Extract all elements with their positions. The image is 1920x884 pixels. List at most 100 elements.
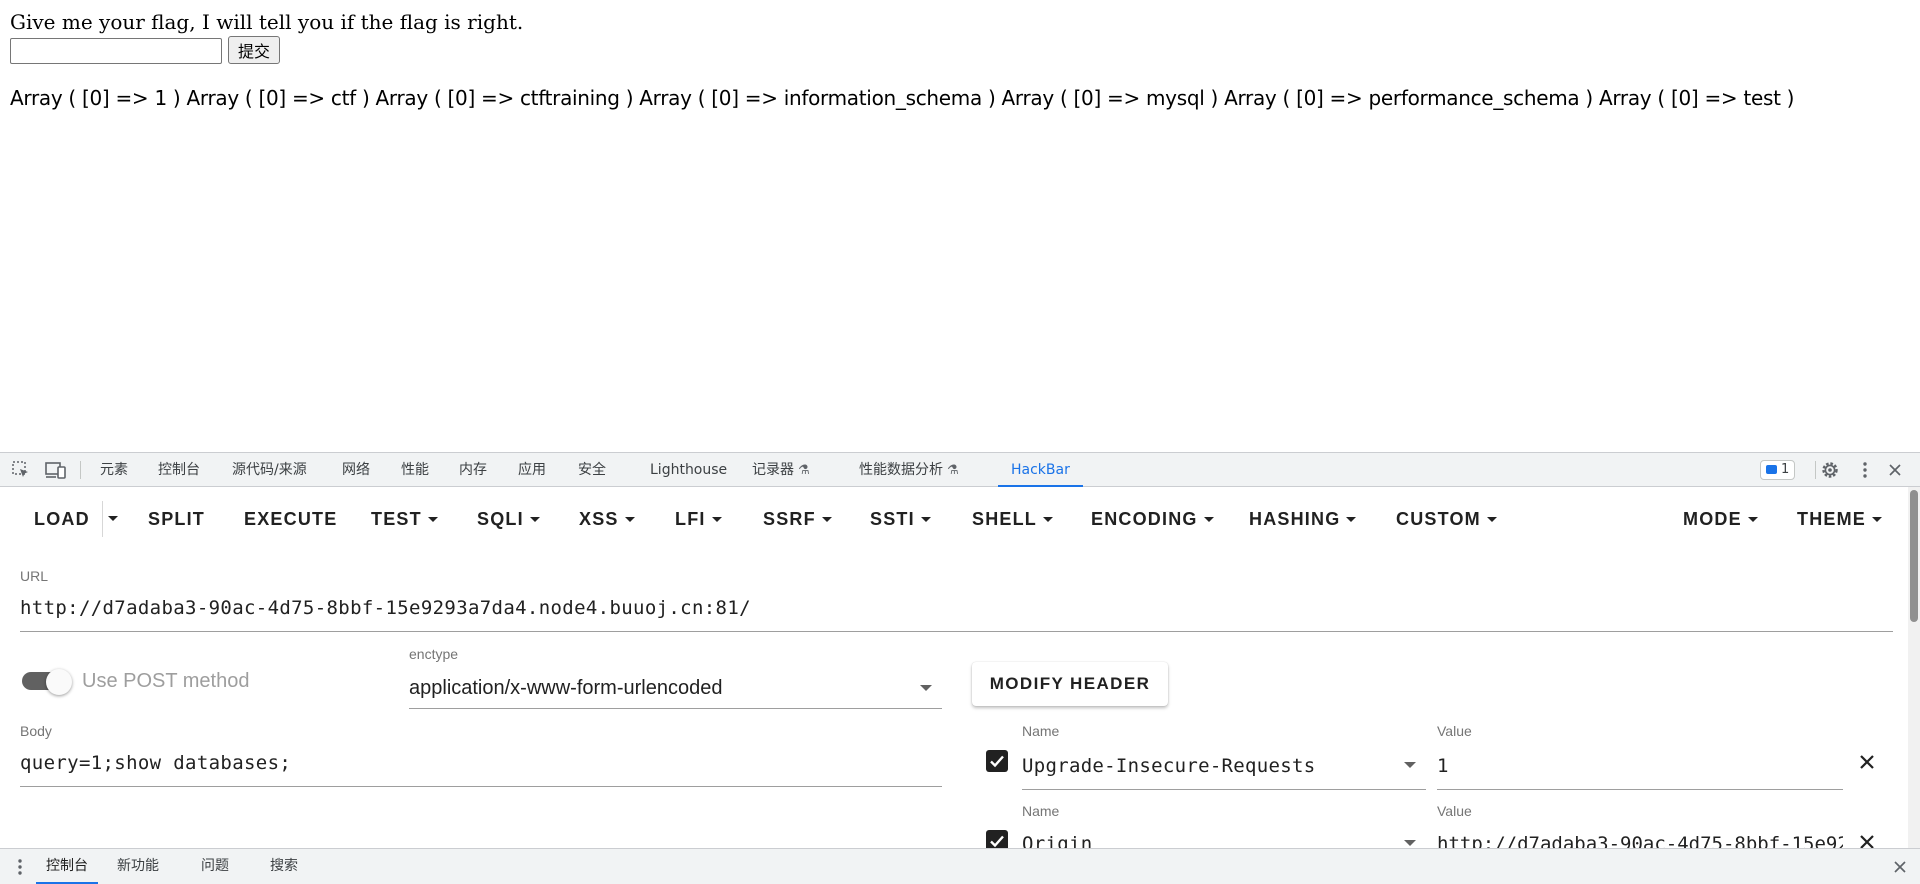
- chevron-down-icon: [427, 517, 438, 522]
- drawer-tab-whats-new[interactable]: 新功能: [117, 849, 159, 884]
- test-menu[interactable]: TEST: [371, 507, 438, 531]
- tab-performance-insights-label: 性能数据分析: [859, 462, 943, 478]
- ssrf-menu-label: SSRF: [763, 509, 816, 529]
- mode-menu[interactable]: MODE: [1683, 507, 1758, 531]
- body-label: Body: [20, 723, 52, 739]
- post-method-label: Use POST method: [82, 670, 250, 692]
- flag-prompt: Give me your flag, I will tell you if th…: [10, 10, 524, 34]
- sqli-menu-label: SQLI: [477, 509, 524, 529]
- header-1-checkbox[interactable]: [986, 750, 1008, 772]
- close-devtools-icon[interactable]: [1885, 460, 1905, 480]
- split-button[interactable]: SPLIT: [148, 507, 205, 531]
- settings-gear-icon[interactable]: [1820, 460, 1840, 480]
- lfi-menu[interactable]: LFI: [675, 507, 722, 531]
- toolbar-divider: [80, 461, 81, 479]
- load-dropdown-caret-icon[interactable]: [108, 516, 118, 521]
- hashing-menu[interactable]: HASHING: [1249, 507, 1357, 531]
- sqli-menu[interactable]: SQLI: [477, 507, 540, 531]
- chevron-down-icon: [920, 517, 931, 522]
- drawer-tab-search[interactable]: 搜索: [270, 849, 298, 884]
- close-drawer-icon[interactable]: [1890, 857, 1910, 877]
- tab-application[interactable]: 应用: [518, 453, 546, 487]
- web-page: Give me your flag, I will tell you if th…: [0, 0, 1920, 452]
- modify-header-button[interactable]: MODIFY HEADER: [972, 662, 1168, 706]
- header-2-name-label: Name: [1022, 803, 1060, 819]
- ssrf-menu[interactable]: SSRF: [763, 507, 832, 531]
- drawer-tab-issues[interactable]: 问题: [201, 849, 229, 884]
- chevron-down-icon: [1747, 517, 1758, 522]
- inspect-element-icon[interactable]: [11, 460, 31, 480]
- header-2-name-select[interactable]: Origin: [1022, 833, 1092, 848]
- mode-menu-label: MODE: [1683, 509, 1742, 529]
- experiment-flask-icon: ⚗: [798, 463, 810, 478]
- header-1-name-select[interactable]: Upgrade-Insecure-Requests: [1022, 755, 1315, 777]
- chevron-down-icon: [711, 517, 722, 522]
- header-1-name-label: Name: [1022, 723, 1060, 739]
- tab-security[interactable]: 安全: [578, 453, 606, 487]
- shell-menu[interactable]: SHELL: [972, 507, 1054, 531]
- tab-network[interactable]: 网络: [342, 453, 370, 487]
- enctype-dropdown-caret-icon[interactable]: [920, 685, 932, 691]
- header-1-value-field[interactable]: 1: [1437, 755, 1448, 777]
- custom-menu-label: CUSTOM: [1396, 509, 1481, 529]
- issues-badge[interactable]: 1: [1760, 460, 1796, 480]
- shell-menu-label: SHELL: [972, 509, 1038, 529]
- header-2-checkbox[interactable]: [986, 830, 1008, 848]
- chevron-down-icon: [821, 517, 832, 522]
- chevron-down-icon: [1872, 517, 1882, 522]
- tab-hackbar[interactable]: HackBar: [998, 453, 1083, 487]
- hackbar-scrollbar-thumb[interactable]: [1910, 490, 1918, 622]
- body-field[interactable]: query=1;show databases;: [20, 752, 291, 774]
- tab-recorder[interactable]: 记录器 ⚗: [752, 453, 810, 487]
- enctype-select[interactable]: application/x-www-form-urlencoded: [409, 677, 722, 700]
- chevron-down-icon: [1203, 517, 1214, 522]
- xss-menu-label: XSS: [579, 509, 619, 529]
- flag-input[interactable]: [10, 38, 222, 64]
- custom-menu[interactable]: CUSTOM: [1396, 507, 1497, 531]
- body-underline: [20, 786, 942, 787]
- more-options-icon[interactable]: [1855, 460, 1875, 480]
- enctype-underline: [409, 708, 942, 709]
- tab-performance-insights[interactable]: 性能数据分析 ⚗: [859, 453, 959, 487]
- url-underline: [20, 631, 1893, 632]
- post-method-toggle-knob[interactable]: [46, 669, 72, 695]
- tab-memory[interactable]: 内存: [459, 453, 487, 487]
- execute-button[interactable]: EXECUTE: [244, 507, 337, 531]
- encoding-menu[interactable]: ENCODING: [1091, 507, 1214, 531]
- remove-header-1-icon[interactable]: [1857, 752, 1877, 772]
- submit-button[interactable]: 提交: [228, 36, 280, 64]
- device-toolbar-icon[interactable]: [45, 460, 66, 480]
- theme-menu[interactable]: THEME: [1797, 507, 1882, 531]
- issues-count: 1: [1781, 462, 1790, 477]
- load-divider: [102, 501, 103, 537]
- hackbar-menubar: LOAD SPLIT EXECUTE TEST SQLI XSS LFI SSR…: [0, 487, 1900, 549]
- drawer-tab-console[interactable]: 控制台: [36, 849, 98, 884]
- xss-menu[interactable]: XSS: [579, 507, 635, 531]
- tab-elements[interactable]: 元素: [100, 453, 128, 487]
- chevron-down-icon: [1346, 517, 1357, 522]
- tab-console[interactable]: 控制台: [158, 453, 200, 487]
- hackbar-panel: LOAD SPLIT EXECUTE TEST SQLI XSS LFI SSR…: [0, 487, 1920, 848]
- devtools-tab-bar: 元素 控制台 源代码/来源 网络 性能 内存 应用 安全 Lighthouse …: [0, 452, 1920, 487]
- load-button[interactable]: LOAD: [34, 507, 90, 531]
- header-2-name-dropdown-icon[interactable]: [1404, 840, 1416, 846]
- tab-lighthouse[interactable]: Lighthouse: [650, 453, 727, 487]
- tab-performance[interactable]: 性能: [401, 453, 429, 487]
- theme-menu-label: THEME: [1797, 509, 1866, 529]
- ssti-menu-label: SSTI: [870, 509, 915, 529]
- url-field[interactable]: http://d7adaba3-90ac-4d75-8bbf-15e9293a7…: [20, 597, 751, 619]
- query-result: Array ( [0] => 1 ) Array ( [0] => ctf ) …: [10, 86, 1795, 110]
- tab-sources[interactable]: 源代码/来源: [232, 453, 307, 487]
- remove-header-2-icon[interactable]: [1857, 832, 1877, 848]
- toolbar-divider: [1815, 461, 1816, 479]
- header-1-name-dropdown-icon[interactable]: [1404, 762, 1416, 768]
- tab-recorder-label: 记录器: [752, 462, 794, 478]
- header-2-value-field[interactable]: http://d7adaba3-90ac-4d75-8bbf-15e9293a7…: [1437, 833, 1843, 848]
- drawer-menu-icon[interactable]: [10, 857, 30, 877]
- ssti-menu[interactable]: SSTI: [870, 507, 931, 531]
- header-2-value-label: Value: [1437, 803, 1472, 819]
- chevron-down-icon: [624, 517, 635, 522]
- experiment-flask-icon: ⚗: [947, 463, 959, 478]
- header-1-value-underline: [1437, 789, 1843, 790]
- header-1-value-label: Value: [1437, 723, 1472, 739]
